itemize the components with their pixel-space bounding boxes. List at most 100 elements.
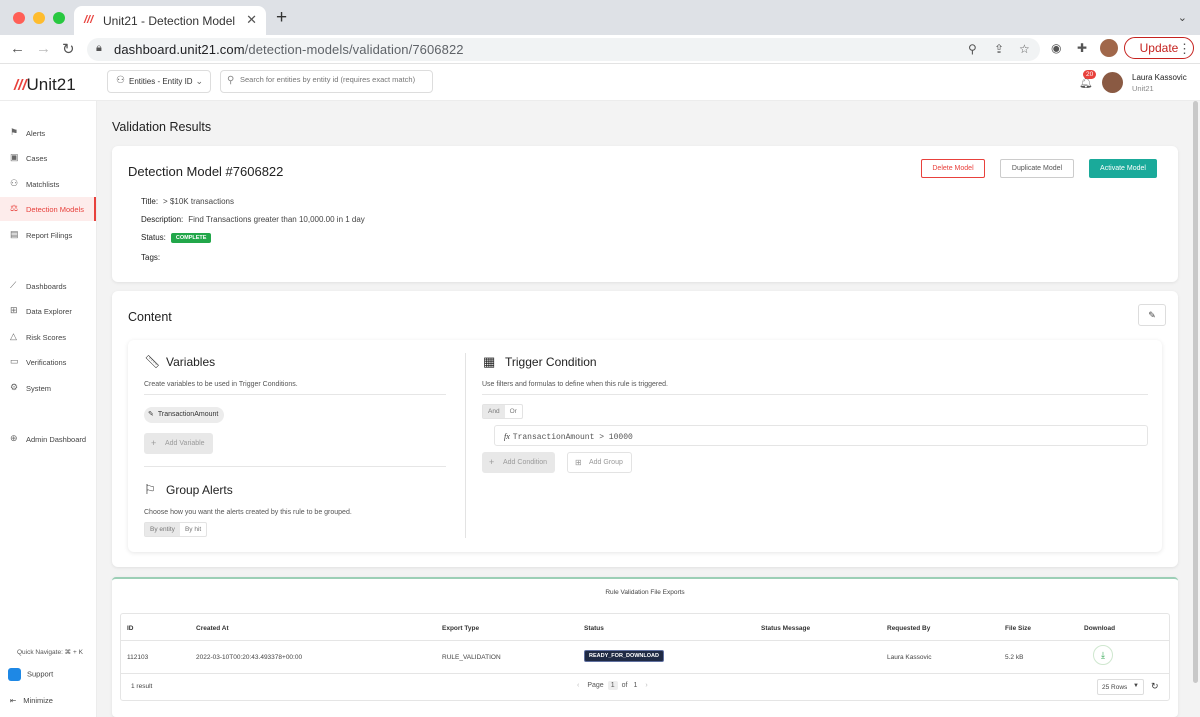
sidebar-item-label: Data Explorer (26, 307, 72, 316)
prev-page-icon[interactable]: ‹ (577, 682, 579, 689)
sidebar-item-cases[interactable]: ▣ Cases (0, 146, 96, 170)
download-button[interactable]: ⤓ (1093, 645, 1113, 665)
rows-per-page-select[interactable]: 25 Rows ▼ (1097, 679, 1144, 695)
refresh-icon[interactable]: ↻ (1151, 681, 1159, 692)
zoom-search-icon[interactable]: ⚲ (968, 42, 977, 56)
page-title: Validation Results (112, 120, 212, 134)
user-avatar[interactable] (1102, 72, 1123, 93)
divider (144, 394, 446, 395)
minimize-sidebar-button[interactable]: ⇤ Minimize (10, 696, 53, 705)
ready-status-badge: READY_FOR_DOWNLOAD (584, 650, 664, 662)
sidebar-item-verifications[interactable]: ▭ Verifications (0, 350, 96, 374)
address-bar[interactable]: 🔒︎ dashboard.unit21.com/detection-models… (87, 38, 1040, 61)
and-option[interactable]: And (483, 405, 505, 418)
unit21-logo[interactable]: ///Unit21 (14, 75, 76, 95)
entity-search[interactable]: ⚲ (220, 70, 433, 93)
entity-select-label: Entities - Entity ID (129, 77, 193, 86)
column-header-file-size[interactable]: File Size (1005, 625, 1031, 632)
browser-toolbar: ← → ↻ 🔒︎ dashboard.unit21.com/detection-… (0, 35, 1200, 64)
share-icon[interactable]: ⇪ (994, 42, 1004, 56)
column-header-download[interactable]: Download (1084, 625, 1115, 632)
sidebar-item-label: Risk Scores (26, 333, 67, 342)
support-link[interactable]: Support (8, 668, 53, 681)
column-header-created-at[interactable]: Created At (196, 625, 229, 632)
sidebar-item-data-explorer[interactable]: ⊞ Data Explorer (0, 299, 96, 323)
status-badge: COMPLETE (170, 233, 212, 243)
minimize-window-button[interactable] (33, 12, 45, 24)
variables-description: Create variables to be used in Trigger C… (144, 381, 298, 388)
back-arrow-icon[interactable]: ← (10, 40, 25, 57)
forward-arrow-icon[interactable]: → (36, 40, 51, 57)
add-group-button[interactable]: ⊞ Add Group (567, 452, 632, 473)
lock-icon: 🔒︎ (96, 42, 102, 54)
group-by-hit-option[interactable]: By hit (180, 523, 206, 536)
tab-search-chevron-icon[interactable]: ⌄ (1178, 11, 1187, 24)
sidebar-item-label: Detection Models (26, 205, 84, 214)
search-icon: ⚲ (227, 75, 235, 86)
duplicate-model-button[interactable]: Duplicate Model (1000, 159, 1074, 178)
globe-icon: ⊕ (10, 433, 18, 443)
new-tab-button[interactable]: + (276, 7, 287, 29)
content-card: Content ✎ 📏︎ Variables Create variables t… (112, 291, 1178, 567)
sidebar-item-risk-scores[interactable]: △ Risk Scores (0, 325, 96, 349)
variables-heading: 📏︎ Variables (144, 354, 216, 369)
column-header-export-type[interactable]: Export Type (442, 625, 479, 632)
chat-icon (8, 668, 21, 681)
column-header-requested-by[interactable]: Requested By (887, 625, 930, 632)
column-header-status[interactable]: Status (584, 625, 604, 632)
delete-model-button[interactable]: Delete Model (921, 159, 985, 178)
sidebar-item-matchlists[interactable]: ⚇ Matchlists (0, 172, 96, 196)
add-variable-button[interactable]: + Add Variable (144, 433, 213, 454)
briefcase-icon: ▣ (10, 152, 19, 162)
entity-search-input[interactable] (240, 75, 430, 84)
flag-icon: ⚑ (10, 127, 19, 137)
sidebar-item-dashboards[interactable]: ⟋ Dashboards (0, 274, 96, 298)
browser-profile-avatar[interactable] (1100, 39, 1118, 57)
bookmark-star-icon[interactable]: ☆ (1019, 42, 1030, 56)
close-window-button[interactable] (13, 12, 25, 24)
entity-type-select[interactable]: ⚇ Entities - Entity ID ⌄ (107, 70, 211, 93)
variable-chip[interactable]: ✎ TransactionAmount (144, 407, 225, 423)
column-header-status-message[interactable]: Status Message (761, 625, 810, 632)
file-exports-card: Rule Validation File Exports ID Created … (112, 577, 1178, 717)
url-text[interactable]: dashboard.unit21.com/detection-models/va… (114, 42, 464, 57)
reload-icon[interactable]: ↻ (62, 40, 75, 58)
condition-row[interactable]: fx TransactionAmount > 10000 (494, 425, 1148, 446)
page-label: Page (587, 682, 604, 689)
page-scrollbar[interactable] (1193, 101, 1198, 683)
sidebar-item-report-filings[interactable]: ▤ Report Filings (0, 223, 96, 247)
model-description-row: Description: Find Transactions greater th… (141, 215, 365, 224)
cell-requested-by: Laura Kassovic (887, 654, 932, 661)
sidebar-item-detection-models[interactable]: ⚖ Detection Models (0, 197, 96, 221)
cell-file-size: 5.2 kB (1005, 654, 1024, 661)
sidebar-item-admin-dashboard[interactable]: ⊕ Admin Dashboard (0, 427, 96, 451)
puzzle-extensions-icon[interactable]: ✚ (1077, 41, 1087, 55)
edit-content-button[interactable]: ✎ (1138, 304, 1166, 326)
browser-tab[interactable]: /// Unit21 - Detection Model ✕ (74, 6, 266, 35)
sidebar-item-system[interactable]: ⚙ System (0, 376, 96, 400)
user-plus-icon: ⚇ (10, 178, 19, 188)
tab-close-icon[interactable]: ✕ (246, 12, 257, 28)
rows-per-page-label: 25 Rows (1102, 684, 1128, 691)
maximize-window-button[interactable] (53, 12, 65, 24)
group-by-entity-option[interactable]: By entity (145, 523, 180, 536)
column-header-id[interactable]: ID (127, 625, 134, 632)
page-number-input[interactable]: 1 (607, 681, 618, 690)
sidebar-item-label: Matchlists (26, 180, 60, 189)
variable-chip-label: TransactionAmount (157, 411, 219, 418)
sidebar: ⚑ Alerts ▣ Cases ⚇ Matchlists ⚖ Detection Mo… (0, 101, 97, 717)
browser-menu-icon[interactable]: ⋮ (1178, 41, 1191, 57)
flag-icon: ⚐ (144, 482, 156, 497)
pagination: ‹ Page 1 of 1 › (577, 681, 648, 690)
add-condition-button[interactable]: + Add Condition (482, 452, 555, 473)
extension-icon[interactable]: ◉ (1051, 41, 1061, 55)
or-option[interactable]: Or (505, 405, 522, 418)
next-page-icon[interactable]: › (645, 682, 647, 689)
formula-fx-icon: fx (504, 432, 510, 441)
sidebar-item-alerts[interactable]: ⚑ Alerts (0, 121, 96, 145)
exports-title: Rule Validation File Exports (605, 589, 685, 596)
divider (121, 673, 1169, 674)
ruler-icon: ✎ (148, 411, 154, 418)
download-icon: ⤓ (1101, 650, 1105, 660)
activate-model-button[interactable]: Activate Model (1089, 159, 1157, 178)
